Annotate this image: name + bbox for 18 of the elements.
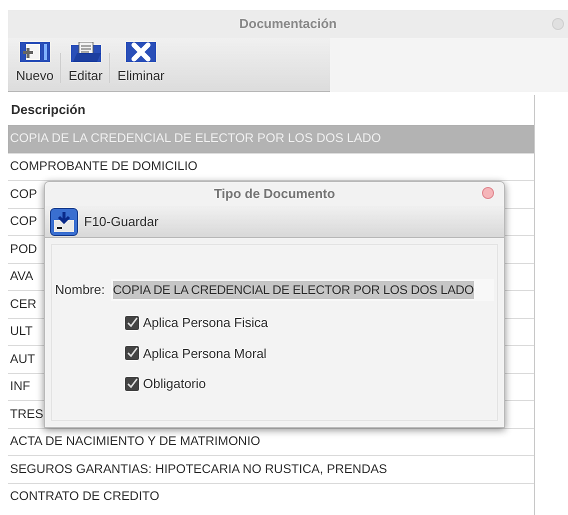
- toolbar-button[interactable]: Nuevo: [14, 42, 56, 85]
- checkbox[interactable]: [125, 346, 139, 360]
- checkbox-label: Obligatorio: [143, 375, 206, 393]
- document-plus-icon: [20, 42, 50, 62]
- checkbox-label: Aplica Persona Fisica: [143, 314, 268, 332]
- checkbox[interactable]: [125, 376, 139, 391]
- toolbar-button[interactable]: Eliminar: [116, 42, 167, 85]
- window-title: Documentación: [239, 15, 337, 34]
- folder-document-icon: [70, 42, 101, 62]
- delete-icon: [126, 42, 156, 62]
- checkbox-label: Aplica Persona Moral: [143, 344, 267, 363]
- name-label: Nombre:: [55, 281, 105, 300]
- checkbox[interactable]: [125, 316, 139, 330]
- toolbar-button[interactable]: Editar: [66, 42, 105, 85]
- column-header: Descripción: [10, 101, 86, 120]
- save-icon: [50, 208, 78, 236]
- name-field[interactable]: COPIA DE LA CREDENCIAL DE ELECTOR POR LOS DOS LADO: [110, 279, 494, 301]
- dialog-title: Tipo de Documento: [214, 185, 336, 204]
